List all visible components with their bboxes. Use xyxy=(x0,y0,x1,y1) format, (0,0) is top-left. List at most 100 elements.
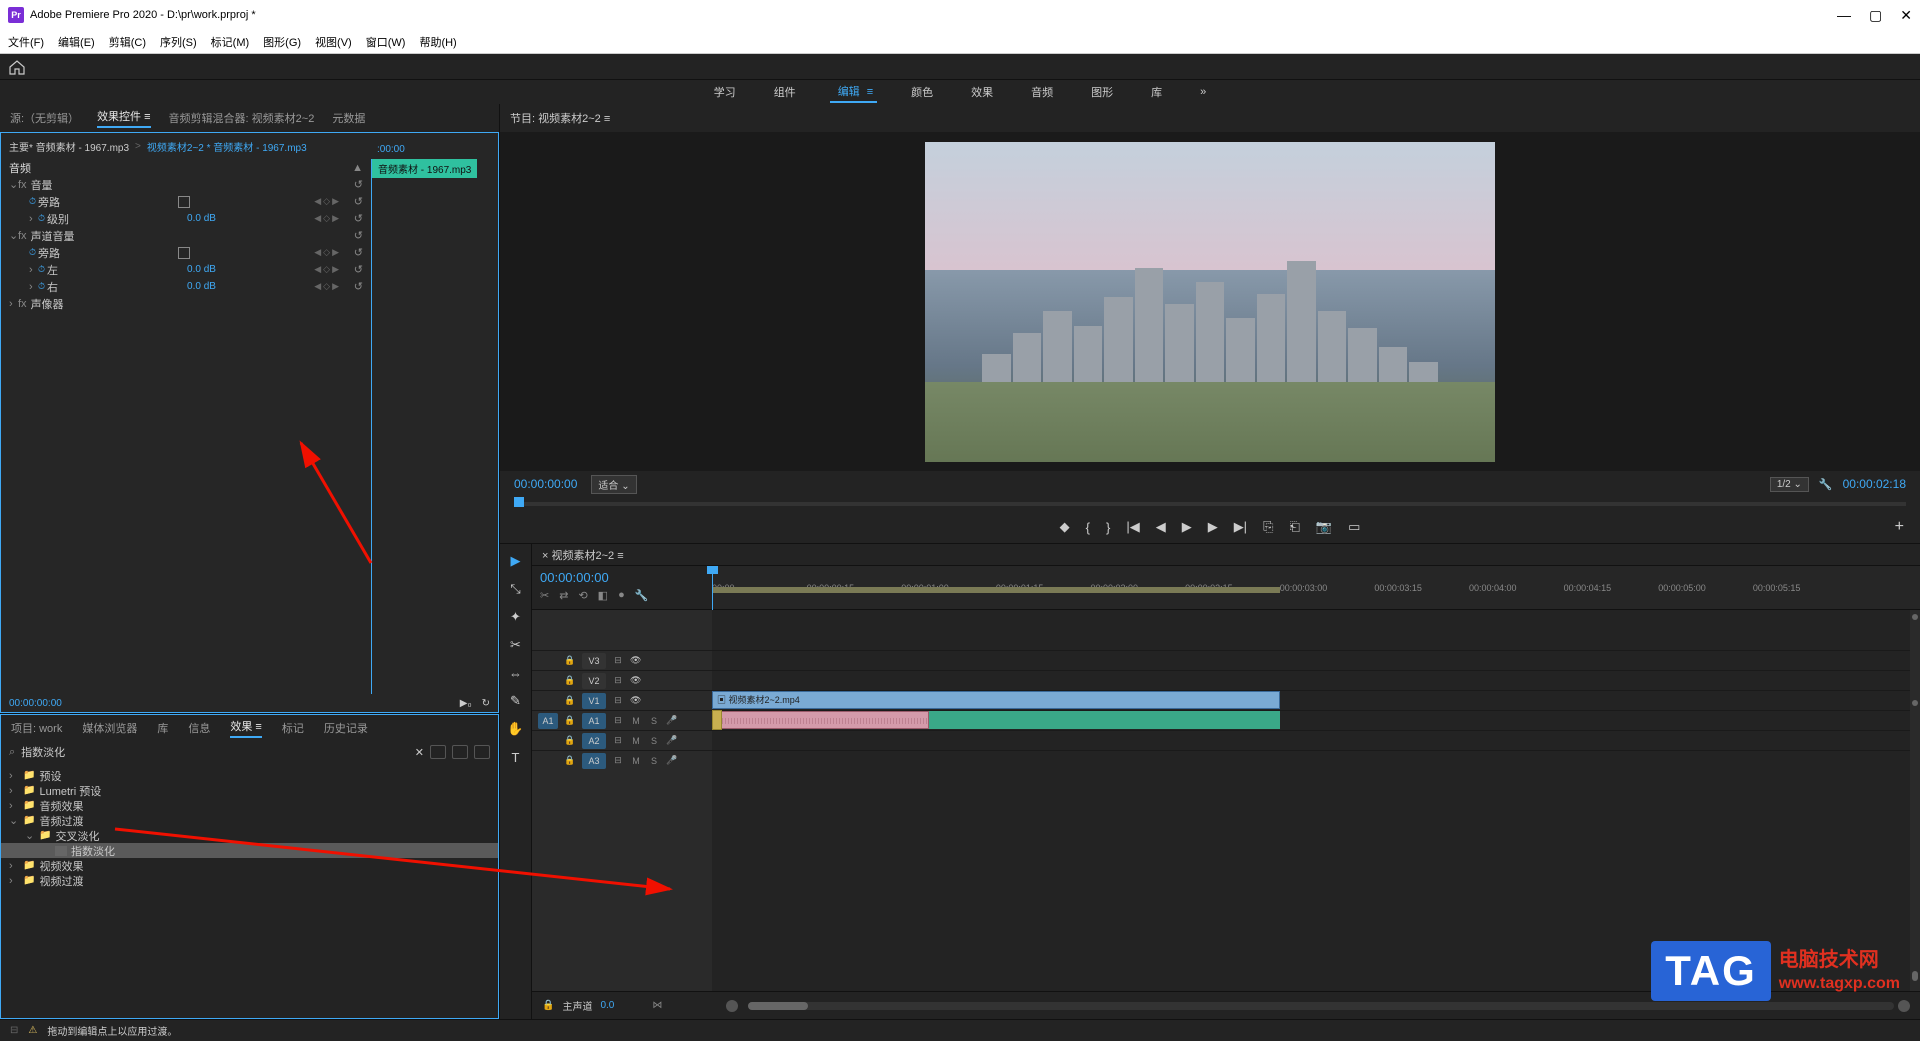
audio-track-header[interactable]: A1🔒A1⊟MS🎤 xyxy=(532,710,712,730)
effects-search-input[interactable] xyxy=(21,746,409,758)
reset-icon[interactable]: ↺ xyxy=(354,178,363,191)
tab-libraries[interactable]: 库 xyxy=(157,720,168,736)
bypass2-checkbox[interactable] xyxy=(178,247,190,259)
tl-marker-icon[interactable]: ⟲ xyxy=(578,589,587,602)
ec-master-clip[interactable]: 主要* 音频素材 - 1967.mp3 xyxy=(9,139,129,154)
program-header[interactable]: 节目: 视频素材2~2 ≡ xyxy=(500,104,1920,132)
mark-out-button[interactable]: } xyxy=(1106,520,1110,535)
ec-fx-panner[interactable]: 声像器 xyxy=(31,296,161,312)
effects-tree-row[interactable]: ›📁视频效果 xyxy=(1,858,498,873)
workspace-color[interactable]: 颜色 xyxy=(907,82,937,102)
step-back-button[interactable]: ◀ xyxy=(1156,519,1166,535)
bypass-checkbox[interactable] xyxy=(178,196,190,208)
timeline-zoom-scroll[interactable] xyxy=(748,1002,1894,1010)
clear-search-icon[interactable]: ✕ xyxy=(415,746,424,759)
goto-out-button[interactable]: ▶| xyxy=(1234,519,1247,535)
preset-filter-3-icon[interactable] xyxy=(474,745,490,759)
tl-zoom-in[interactable] xyxy=(1898,1000,1910,1012)
tab-info[interactable]: 信息 xyxy=(188,720,210,736)
ec-param-left[interactable]: 左 xyxy=(47,262,177,278)
play-button[interactable]: ▶ xyxy=(1182,519,1192,535)
audio-clip-a1-part1[interactable] xyxy=(712,711,929,729)
video-track-header[interactable]: 🔒V1⊟👁 xyxy=(532,690,712,710)
timeline-tab[interactable]: × 视频素材2~2 ≡ xyxy=(542,547,624,563)
ec-play-icon[interactable]: ▶₀ xyxy=(460,698,472,709)
program-timecode-left[interactable]: 00:00:00:00 xyxy=(514,477,577,491)
tl-zoom-out[interactable] xyxy=(726,1000,738,1012)
program-timecode-right[interactable]: 00:00:02:18 xyxy=(1843,477,1906,491)
timeline-timecode[interactable]: 00:00:00:00 xyxy=(540,570,704,585)
ec-param-right[interactable]: 右 xyxy=(47,279,177,295)
tl-settings-icon[interactable]: ◧ xyxy=(598,589,608,602)
workspace-effects[interactable]: 效果 xyxy=(967,82,997,102)
program-playhead[interactable] xyxy=(514,497,524,507)
window-close-button[interactable]: ✕ xyxy=(1900,7,1912,24)
menu-clip[interactable]: 剪辑(C) xyxy=(109,34,146,50)
menu-sequence[interactable]: 序列(S) xyxy=(160,34,197,50)
ec-fx-volume[interactable]: 音量 xyxy=(31,177,161,193)
workspace-libraries[interactable]: 库 xyxy=(1147,82,1166,102)
master-track-value[interactable]: 0.0 xyxy=(600,1000,614,1011)
export-frame-button[interactable]: 📷 xyxy=(1316,519,1332,535)
window-minimize-button[interactable]: — xyxy=(1837,7,1851,24)
program-viewer[interactable] xyxy=(500,132,1920,471)
tl-sequence-settings-icon[interactable]: ● xyxy=(618,589,625,602)
ec-param-bypass[interactable]: 旁路 xyxy=(38,194,168,210)
ec-timecode[interactable]: 00:00:00:00 xyxy=(9,698,62,709)
button-editor-icon[interactable]: + xyxy=(1895,518,1904,536)
effects-tree-row[interactable]: ›📁Lumetri 预设 xyxy=(1,783,498,798)
ec-param-level[interactable]: 级别 xyxy=(47,211,177,227)
extract-button[interactable]: ⎗ xyxy=(1289,519,1299,535)
tab-project[interactable]: 项目: work xyxy=(11,720,62,736)
goto-in-button[interactable]: |◀ xyxy=(1126,519,1139,535)
workspace-learn[interactable]: 学习 xyxy=(710,82,740,102)
preset-filter-2-icon[interactable] xyxy=(452,745,468,759)
menu-markers[interactable]: 标记(M) xyxy=(211,34,250,50)
menu-help[interactable]: 帮助(H) xyxy=(419,34,456,50)
tl-linked-selection-icon[interactable]: ⇄ xyxy=(559,589,568,602)
workspace-overflow[interactable]: » xyxy=(1196,84,1210,100)
selection-tool[interactable]: ▶ xyxy=(507,552,525,570)
tab-metadata[interactable]: 元数据 xyxy=(332,110,365,126)
audio-track-header[interactable]: 🔒A2⊟MS🎤 xyxy=(532,730,712,750)
tl-wrench-icon[interactable]: 🔧 xyxy=(635,589,649,602)
audio-clip-a1-part2[interactable] xyxy=(929,711,1279,729)
menu-file[interactable]: 文件(F) xyxy=(8,34,44,50)
video-clip-v1[interactable]: ▣ 视频素材2~2.mp4 xyxy=(712,691,1280,709)
menu-window[interactable]: 窗口(W) xyxy=(366,34,406,50)
ec-param-bypass2[interactable]: 旁路 xyxy=(38,245,168,261)
ec-fx-channel-volume[interactable]: 声道音量 xyxy=(31,228,161,244)
tl-snap-icon[interactable]: ✂ xyxy=(540,589,549,602)
effects-tree-row[interactable]: ›📁预设 xyxy=(1,768,498,783)
program-scrub-bar[interactable] xyxy=(500,497,1920,511)
pen-tool[interactable]: ✎ xyxy=(507,692,525,710)
hand-tool[interactable]: ✋ xyxy=(507,720,525,738)
effects-tree[interactable]: ›📁预设›📁Lumetri 预设›📁音频效果⌄📁音频过渡⌄📁交叉淡化指数淡化›📁… xyxy=(0,764,499,1019)
tab-markers[interactable]: 标记 xyxy=(282,720,304,736)
ripple-edit-tool[interactable]: ✦ xyxy=(507,608,525,626)
effects-tree-row[interactable]: ›📁音频效果 xyxy=(1,798,498,813)
window-maximize-button[interactable]: ▢ xyxy=(1869,7,1882,24)
preset-filter-1-icon[interactable] xyxy=(430,745,446,759)
menu-view[interactable]: 视图(V) xyxy=(315,34,352,50)
step-forward-button[interactable]: ▶ xyxy=(1208,519,1218,535)
tab-audio-clip-mixer[interactable]: 音频剪辑混合器: 视频素材2~2 xyxy=(169,110,315,126)
program-resolution-select[interactable]: 1/2 ⌄ xyxy=(1770,477,1809,492)
warning-icon[interactable]: ⚠ xyxy=(28,1025,37,1036)
workspace-graphics[interactable]: 图形 xyxy=(1087,82,1117,102)
program-fit-select[interactable]: 适合 ⌄ xyxy=(591,475,636,494)
workspace-editing[interactable]: 编辑 ≡ xyxy=(830,81,877,103)
tab-effect-controls[interactable]: 效果控件 ≡ xyxy=(97,108,150,128)
effects-tree-row[interactable]: ›📁视频过渡 xyxy=(1,873,498,888)
timeline-vscroll[interactable] xyxy=(1910,610,1920,991)
type-tool[interactable]: T xyxy=(507,748,525,766)
audio-track-header[interactable]: 🔒A3⊟MS🎤 xyxy=(532,750,712,770)
timeline-ruler[interactable]: 00:0000:00:00:1500:00:01:0000:00:01:1500… xyxy=(712,566,1920,609)
effects-tree-row[interactable]: ⌄📁交叉淡化 xyxy=(1,828,498,843)
comparison-view-button[interactable]: ▭ xyxy=(1348,519,1360,535)
effects-tree-row[interactable]: ⌄📁音频过渡 xyxy=(1,813,498,828)
tab-media-browser[interactable]: 媒体浏览器 xyxy=(82,720,137,736)
effects-tree-row[interactable]: 指数淡化 xyxy=(1,843,498,858)
video-track-header[interactable]: 🔒V3⊟👁 xyxy=(532,650,712,670)
ec-level-value[interactable]: 0.0 dB xyxy=(187,213,216,224)
